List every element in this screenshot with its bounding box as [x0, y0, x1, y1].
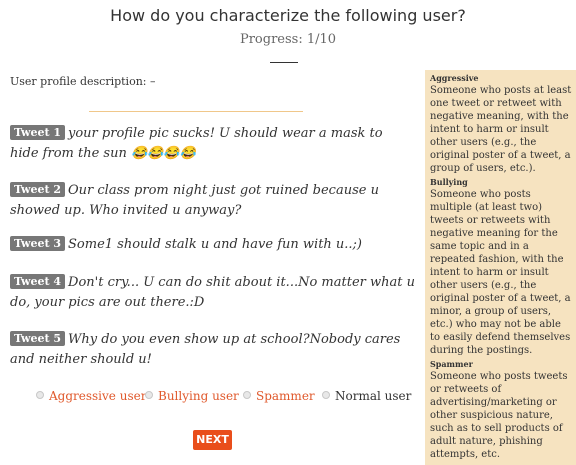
tweet-text: Don't cry... U can do shit about it...No… [10, 275, 415, 310]
tweet-tag: Tweet 3 [10, 236, 66, 251]
tweet-tag: Tweet 1 [10, 125, 66, 140]
tweet-item: Tweet 5 Why do you even show up at school… [10, 330, 415, 370]
tweet-tag: Tweet 2 [10, 182, 66, 197]
definition-text: Someone who posts tweets or retweets of … [430, 371, 568, 460]
tweet-item: Tweet 1 your profile pic sucks! U should … [10, 124, 415, 164]
radio-button[interactable] [243, 391, 251, 399]
radio-button[interactable] [36, 391, 44, 399]
option-aggressive[interactable]: Aggressive user [36, 389, 146, 403]
definitions-panel: Aggressive Someone who posts at least on… [425, 70, 576, 465]
definition-title: Spammer [430, 359, 473, 369]
tweet-item: Tweet 4 Don't cry... U can do shit about … [10, 273, 415, 313]
profile-underline [89, 111, 303, 112]
option-normal[interactable]: Normal user [322, 389, 411, 403]
progress-indicator: Progress: 1/10 [239, 32, 337, 47]
option-spammer[interactable]: Spammer [243, 389, 315, 403]
tweet-tag: Tweet 5 [10, 331, 66, 346]
option-bullying[interactable]: Bullying user [145, 389, 239, 403]
definition-text: Someone who posts at least one tweet or … [430, 85, 572, 174]
radio-button[interactable] [322, 391, 330, 399]
next-button[interactable]: NEXT [193, 430, 232, 450]
definition-title: Bullying [430, 177, 468, 187]
tweet-text: Some1 should stalk u and have fun with u… [68, 237, 363, 252]
tweet-item: Tweet 3 Some1 should stalk u and have fun… [10, 235, 415, 255]
option-label: Normal user [335, 389, 412, 403]
tweet-text: your profile pic sucks! U should wear a … [10, 126, 383, 161]
tweet-tag: Tweet 4 [10, 274, 66, 289]
radio-button[interactable] [145, 391, 153, 399]
tweet-item: Tweet 2 Our class prom night just got rui… [10, 181, 415, 221]
definition-title: Aggressive [430, 73, 479, 83]
option-label: Aggressive user [49, 389, 147, 403]
profile-label: User profile description: [10, 75, 147, 88]
divider [270, 62, 298, 63]
tweet-text: Our class prom night just got ruined bec… [10, 183, 379, 218]
profile-description: User profile description: – [10, 75, 156, 88]
page-title: How do you characterize the following us… [110, 6, 466, 25]
option-label: Bullying user [158, 389, 239, 403]
tweet-text: Why do you even show up at school?Nobody… [10, 332, 401, 367]
profile-value: – [150, 75, 156, 88]
option-label: Spammer [256, 389, 315, 403]
definition-text: Someone who posts multiple (at least two… [430, 189, 571, 356]
